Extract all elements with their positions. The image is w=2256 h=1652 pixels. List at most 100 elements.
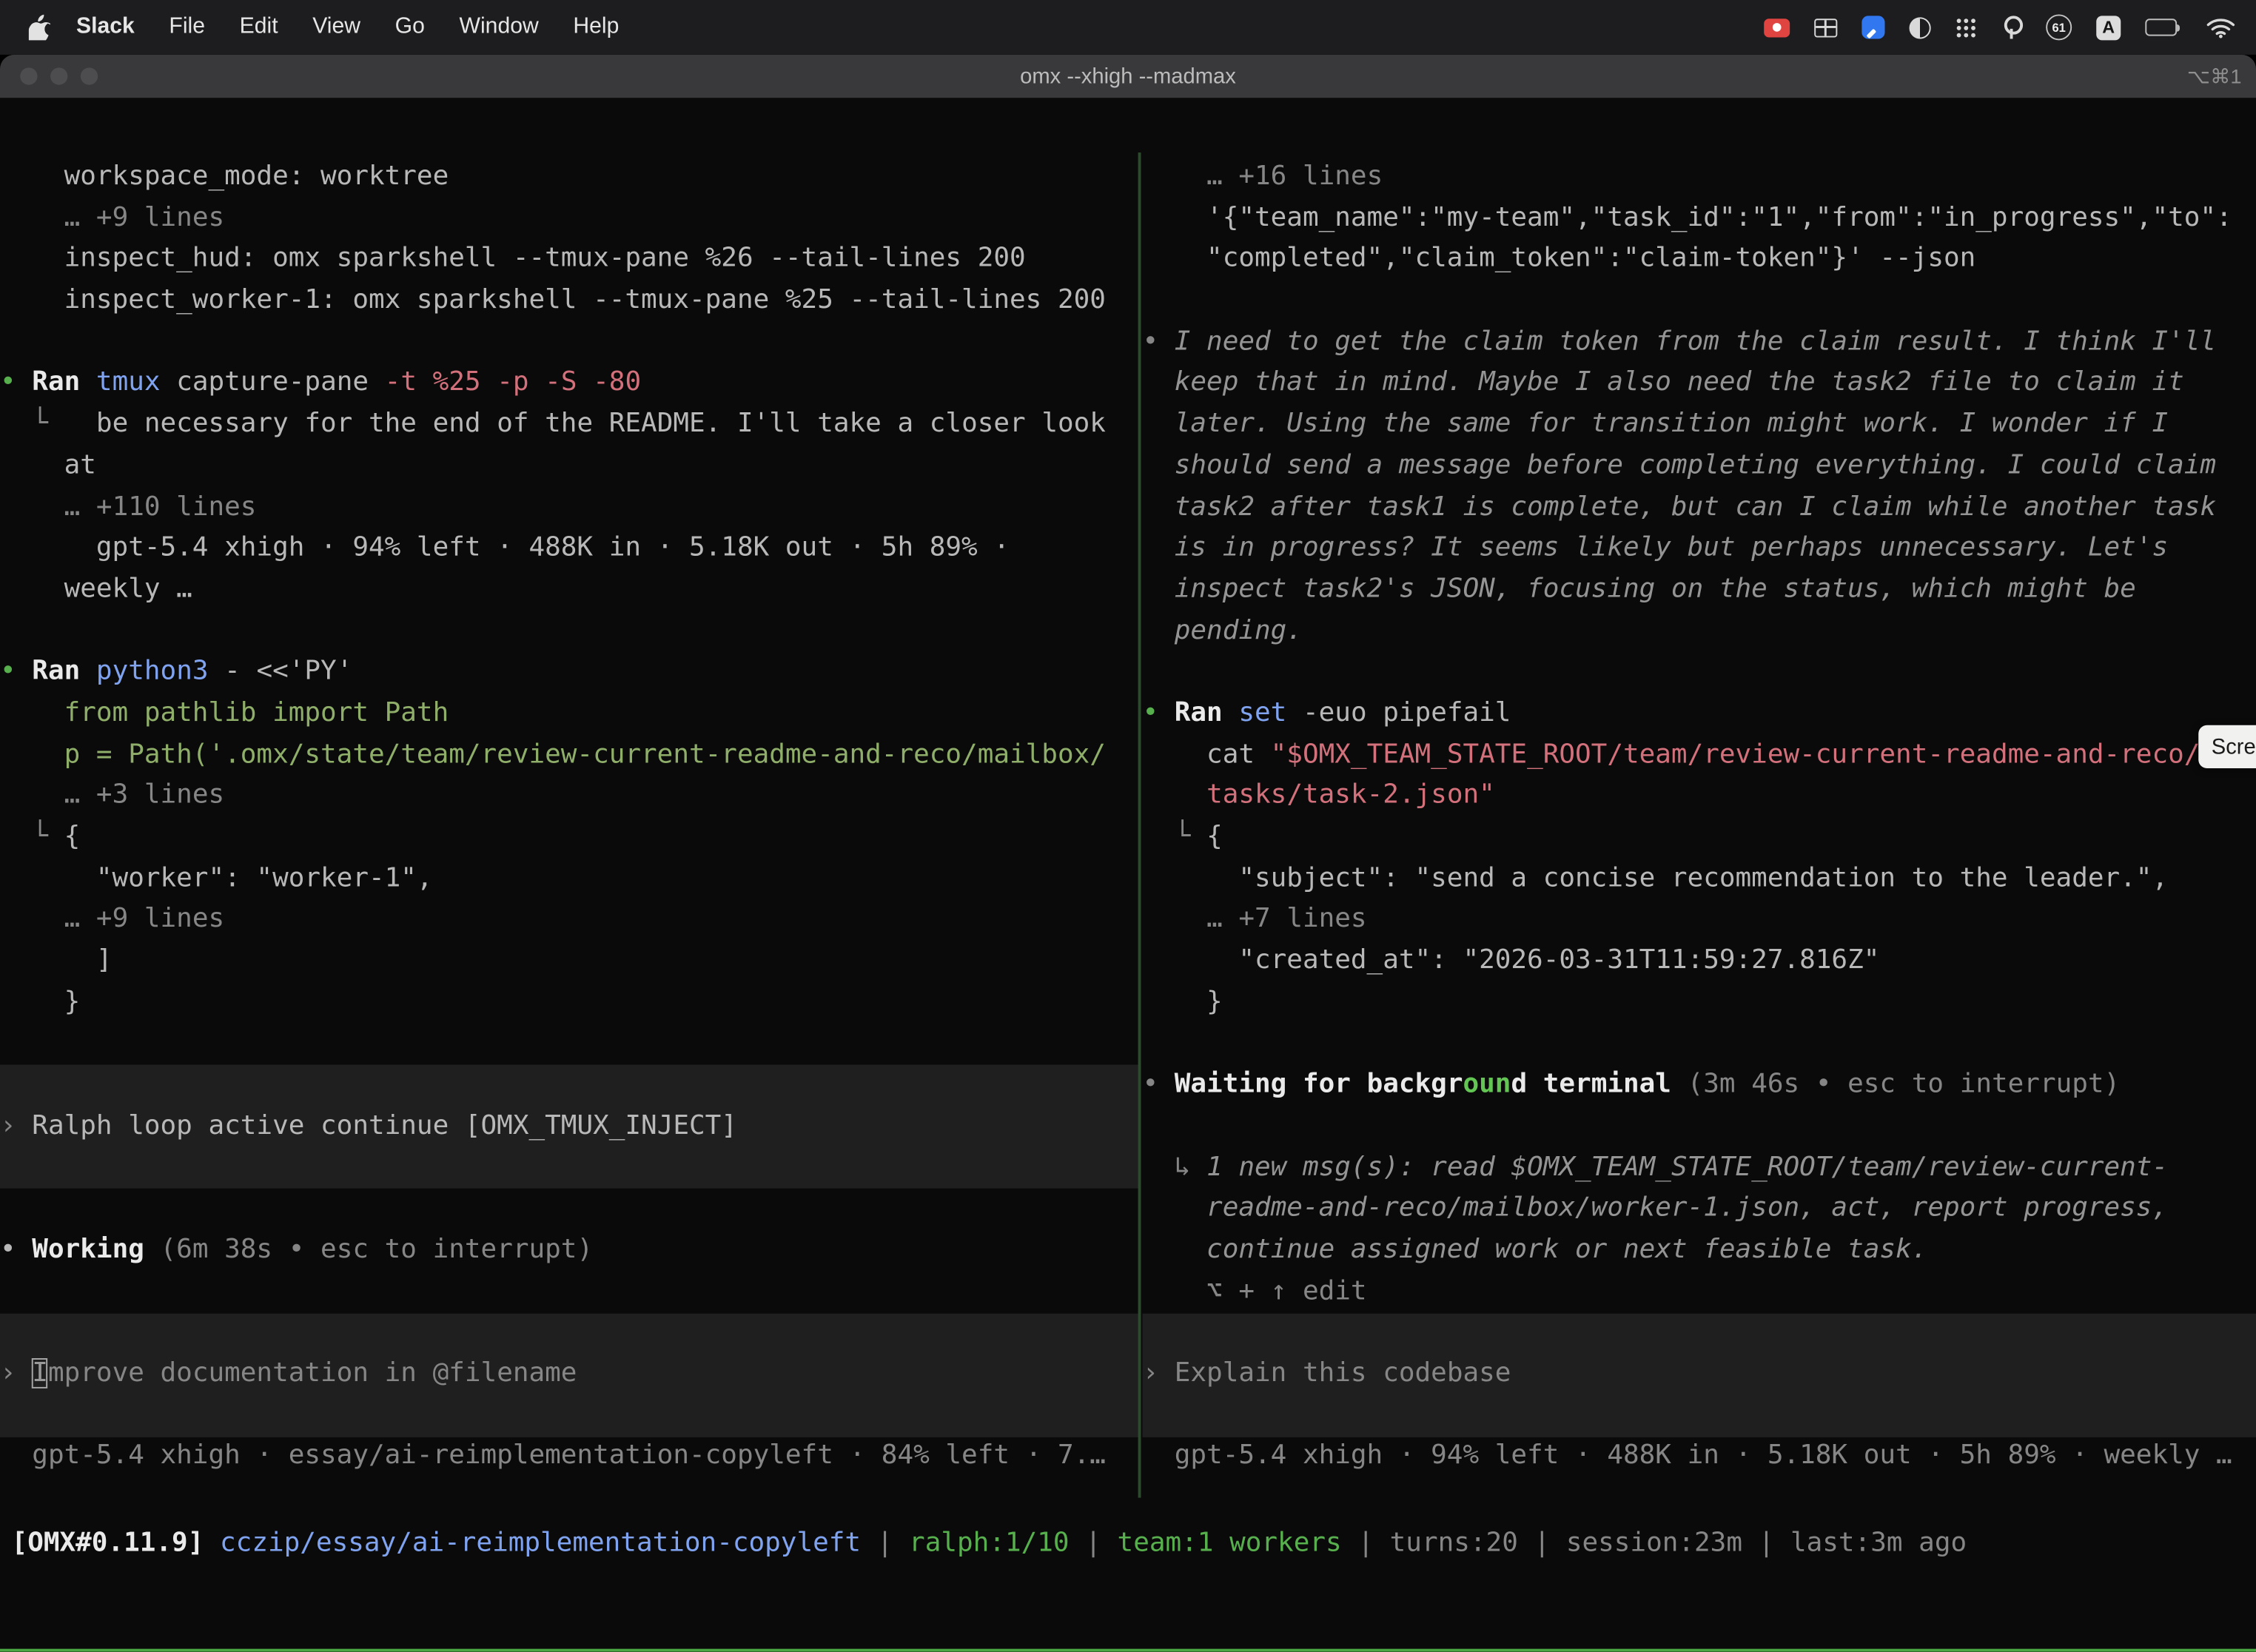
terminal-line: └ { xyxy=(1142,817,2256,859)
terminal-window: omx --xhigh --madmax ⌥⌘1 workspace_mode:… xyxy=(0,55,2256,1652)
text-segment: • xyxy=(1142,698,1174,728)
terminal-line xyxy=(0,1272,1140,1313)
screen-recording-icon[interactable] xyxy=(1764,18,1790,36)
status-segment: | xyxy=(861,1528,909,1558)
text-segment: cat xyxy=(1142,739,1270,769)
menu-item-go[interactable]: Go xyxy=(377,14,442,38)
raycast-icon[interactable] xyxy=(1861,16,1884,38)
active-app-menu[interactable]: Slack xyxy=(59,14,152,40)
window-shortcut-hint: ⌥⌘1 xyxy=(2187,64,2256,89)
terminal-line: … +9 lines xyxy=(0,198,1140,240)
terminal-line: } xyxy=(1142,982,2256,1024)
text-segment: 1 new msg(s): read $OMX_TEAM_STATE_ROOT/… xyxy=(1206,1152,2168,1182)
text-segment: gpt-5.4 xhigh · 94% left · 488K in · 5.1… xyxy=(1142,1440,2232,1471)
text-segment: › xyxy=(1142,1358,1174,1389)
dots-grid-icon[interactable] xyxy=(1955,16,1977,38)
terminal-line: later. Using the same for transition mig… xyxy=(1142,404,2256,446)
text-segment: from pathlib import Path xyxy=(0,698,449,728)
text-segment: • xyxy=(0,1235,32,1265)
text-segment: pending. xyxy=(1142,615,1303,645)
text-segment: … +9 lines xyxy=(64,202,225,232)
text-segment: task2 after task1 is complete, but can I… xyxy=(1142,491,2216,522)
gauge-icon[interactable]: 61 xyxy=(2046,14,2072,40)
text-segment: d terminal xyxy=(1511,1070,1671,1100)
text-segment: (3m 46s • esc to interrupt) xyxy=(1688,1070,2121,1100)
terminal-line: '{"team_name":"my-team","task_id":"1","f… xyxy=(1142,198,2256,240)
terminal-line xyxy=(1142,1106,2256,1147)
window-title: omx --xhigh --madmax xyxy=(0,64,2256,89)
window-title-bar[interactable]: omx --xhigh --madmax ⌥⌘1 xyxy=(0,55,2256,98)
terminal-line: "created_at": "2026-03-31T11:59:27.816Z" xyxy=(1142,941,2256,982)
terminal-line xyxy=(1142,1312,2256,1354)
menu-item-view[interactable]: View xyxy=(295,14,377,38)
text-segment xyxy=(1223,698,1239,728)
terminal-line: from pathlib import Path xyxy=(0,694,1140,735)
circle-half-icon[interactable] xyxy=(1910,16,1931,38)
terminal-line: └ be necessary for the end of the README… xyxy=(0,404,1140,446)
text-segment: continue assigned work or next feasible … xyxy=(1142,1235,1927,1265)
text-segment: at xyxy=(0,450,96,480)
text-segment: inspect task2's JSON, focusing on the st… xyxy=(1142,574,2135,604)
terminal-line: keep that in mind. Maybe I also need the… xyxy=(1142,363,2256,405)
terminal-line: p = Path('.omx/state/team/review-current… xyxy=(0,735,1140,776)
text-segment xyxy=(80,368,96,398)
terminal-line xyxy=(0,611,1140,652)
terminal-line: … +110 lines xyxy=(0,487,1140,528)
terminal-line: … +16 lines xyxy=(1142,157,2256,198)
terminal-line: gpt-5.4 xhigh · 94% left · 488K in · 5.1… xyxy=(0,528,1140,570)
right-terminal-pane[interactable]: … +16 lines '{"team_name":"my-team","tas… xyxy=(1142,152,2256,1482)
text-segment: Ran xyxy=(32,657,80,687)
status-segment: team:1 workers xyxy=(1118,1528,1342,1558)
wifi-icon[interactable] xyxy=(2206,16,2236,38)
status-segment: cczip/essay/ai-reimplementation-copyleft xyxy=(220,1528,861,1558)
text-segment: • xyxy=(1142,1070,1174,1100)
terminal-content[interactable]: workspace_mode: worktree … +9 lines insp… xyxy=(0,152,2256,1649)
keyhole-icon[interactable] xyxy=(2001,16,2021,38)
text-segment: (6m 38s • esc to interrupt) xyxy=(161,1235,594,1265)
text-segment: '{"team_name":"my-team","task_id":"1","f… xyxy=(1142,202,2232,232)
text-segment: inspect_hud: omx sparkshell --tmux-pane … xyxy=(0,244,1026,274)
text-segment xyxy=(1142,904,1206,934)
text-segment: inspect_worker-1: omx sparkshell --tmux-… xyxy=(0,285,1106,315)
tmux-session-label[interactable]: [omx-cczip0:bash* xyxy=(0,1649,281,1652)
terminal-line: inspect_worker-1: omx sparkshell --tmux-… xyxy=(0,281,1140,322)
left-terminal-pane[interactable]: workspace_mode: worktree … +9 lines insp… xyxy=(0,152,1140,1482)
terminal-line: readme-and-reco/mailbox/worker-1.json, a… xyxy=(1142,1189,2256,1230)
text-segment xyxy=(1671,1070,1688,1100)
text-segment xyxy=(80,657,96,687)
apple-menu-icon[interactable] xyxy=(29,14,50,40)
terminal-line: "worker": "worker-1", xyxy=(0,859,1140,900)
text-segment: mprove documentation in @filename xyxy=(48,1358,577,1389)
text-segment: p = Path('.omx/state/team/review-current… xyxy=(0,739,1106,769)
terminal-line: gpt-5.4 xhigh · 94% left · 488K in · 5.1… xyxy=(1142,1437,2256,1478)
text-segment: Ran xyxy=(32,368,80,398)
grid-icon[interactable] xyxy=(1814,18,1837,36)
text-segment: keep that in mind. Maybe I also need the… xyxy=(1142,368,2183,398)
text-segment xyxy=(0,202,64,232)
text-segment: set xyxy=(1238,698,1286,728)
menu-item-window[interactable]: Window xyxy=(442,14,556,38)
text-segment: oun xyxy=(1463,1070,1511,1100)
tmux-host-clock: "MacBook-Pro-44.local" 05:03 31-Mar-26 xyxy=(1641,1649,2256,1652)
text-segment: } xyxy=(1142,987,1222,1017)
text-segment: "$OMX_TEAM_STATE_ROOT/team/review-curren… xyxy=(1271,739,2200,769)
text-segment: Ralph loop active continue [OMX_TMUX_INJ… xyxy=(32,1110,737,1141)
text-segment: weekly … xyxy=(0,574,192,604)
terminal-line: at xyxy=(0,446,1140,487)
menu-item-help[interactable]: Help xyxy=(556,14,637,38)
text-segment xyxy=(0,780,64,810)
menu-item-file[interactable]: File xyxy=(152,14,222,38)
terminal-line xyxy=(0,1189,1140,1230)
terminal-line: "completed","claim_token":"claim-token"}… xyxy=(1142,239,2256,281)
terminal-line xyxy=(1142,281,2256,322)
input-source-icon[interactable]: A xyxy=(2096,15,2121,39)
menu-item-edit[interactable]: Edit xyxy=(222,14,295,38)
status-segment: | xyxy=(1070,1528,1118,1558)
text-segment: -euo pipefail xyxy=(1286,698,1511,728)
terminal-line: "subject": "send a concise recommendatio… xyxy=(1142,859,2256,900)
status-segment: session:23m xyxy=(1566,1528,1742,1558)
text-segment: › xyxy=(0,1358,32,1389)
status-segment: last:3m ago xyxy=(1790,1528,1967,1558)
battery-icon[interactable] xyxy=(2145,19,2181,36)
screenshot-overlay-button[interactable]: Scre xyxy=(2198,725,2256,768)
